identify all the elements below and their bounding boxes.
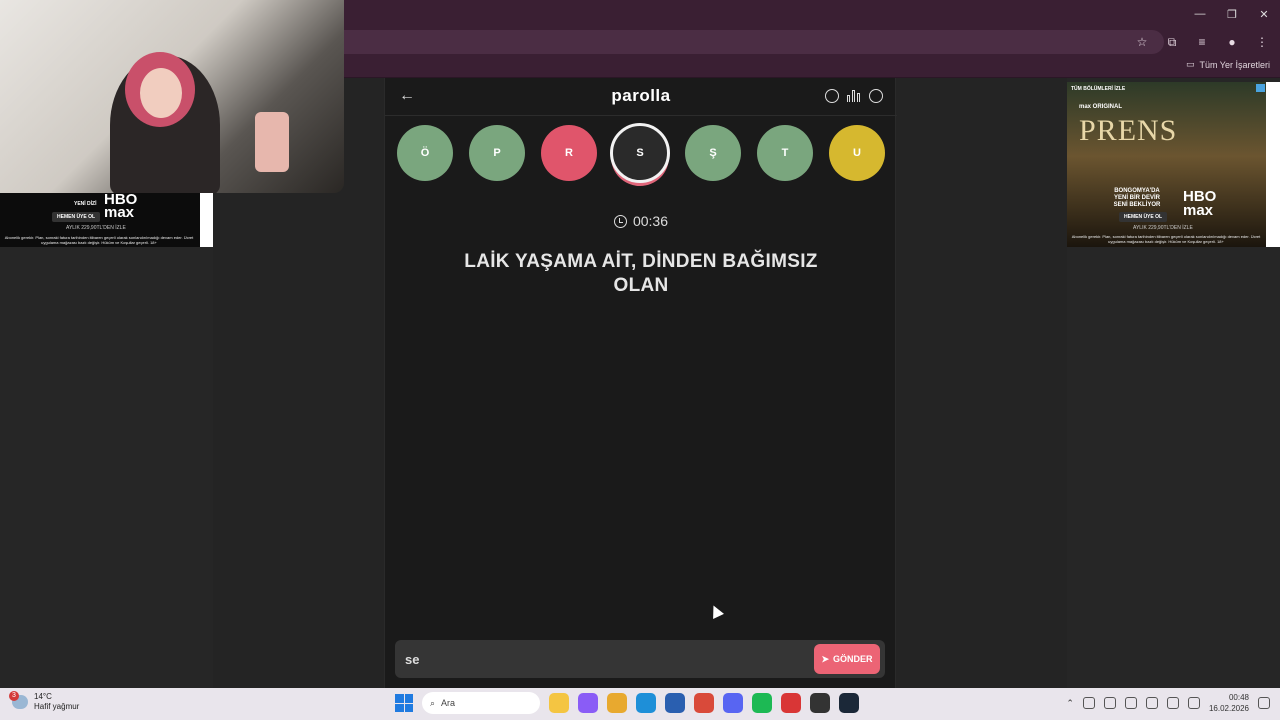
search-icon: ⌕ (430, 697, 436, 708)
letter-circle: Ö (397, 125, 453, 181)
chevron-up-icon[interactable]: ⌃ (1066, 698, 1074, 709)
ad-choices-icon[interactable] (1256, 84, 1265, 92)
game-logo: parolla (611, 86, 671, 105)
send-button[interactable]: ➤ GÖNDER (814, 644, 880, 674)
question-text: LAİK YAŞAMA AİT, DİNDEN BAĞIMSIZ OLAN (464, 251, 818, 296)
rain-cloud-icon: 3 (9, 691, 28, 709)
ad-legal: Abonelik gerekir. Plan, sonraki fatura t… (1071, 234, 1261, 244)
game-panel: ← parolla Ö P R S Ş T U 00:36 LAİK YAŞAM… (384, 78, 897, 688)
streamer-face (140, 68, 182, 118)
timer: 00:36 (385, 213, 897, 229)
system-clock[interactable]: 00:48 16.02.2026 (1209, 692, 1249, 714)
webcam-overlay (0, 0, 344, 193)
menu-icon[interactable]: ⋮ (1252, 32, 1272, 52)
answer-bar: ➤ GÖNDER (395, 640, 885, 678)
discord-icon[interactable] (723, 693, 743, 713)
ad-edge (1266, 82, 1280, 247)
ad-cta-button[interactable]: HEMEN ÜYE OL (1119, 212, 1168, 222)
chrome-icon[interactable] (694, 693, 714, 713)
steam-icon[interactable] (839, 693, 859, 713)
game-header: ← parolla (385, 78, 897, 116)
network-icon[interactable] (1145, 697, 1158, 709)
ad-brand-bottom: max (1183, 202, 1214, 219)
all-bookmarks-label: Tüm Yer İşaretleri (1199, 59, 1270, 70)
close-icon[interactable]: ✕ (1248, 0, 1280, 28)
ad-legal: Abonelik gerekir. Plan, sonraki fatura t… (4, 235, 194, 245)
letter-circle: Ş (685, 125, 741, 181)
timer-value: 00:36 (632, 213, 669, 229)
ad-promo: BONGOMYA'DA YENİ BİR DEVİR SENİ BEKLİYOR (1113, 188, 1161, 208)
battery-icon[interactable] (1166, 697, 1179, 709)
user-icon[interactable] (869, 89, 883, 103)
url-field[interactable] (344, 30, 1164, 54)
folder-icon[interactable] (607, 693, 627, 713)
search-placeholder: Ara (441, 698, 456, 708)
maximize-icon[interactable]: ❐ (1216, 0, 1248, 28)
minimize-icon[interactable]: — (1184, 0, 1216, 28)
stats-icon[interactable] (847, 89, 861, 103)
sync-icon[interactable] (1082, 697, 1095, 709)
cloud-icon[interactable] (1103, 697, 1116, 709)
file-explorer-icon[interactable] (549, 693, 569, 713)
ad-title: PRENS (1079, 114, 1178, 147)
info-icon[interactable] (825, 89, 839, 103)
notifications-icon[interactable] (1258, 697, 1270, 709)
letter-circle: T (757, 125, 813, 181)
windows-start-icon[interactable] (395, 694, 413, 712)
app-dark-icon[interactable] (810, 693, 830, 713)
system-tray: ⌃ 00:48 16.02.2026 (1066, 692, 1270, 714)
clock-icon (613, 214, 627, 228)
answer-input[interactable] (405, 648, 785, 670)
ad-series: YENİ DİZİ (74, 201, 97, 207)
letter-circle: R (541, 125, 597, 181)
profile-icon[interactable]: ● (1222, 32, 1242, 52)
ad-brand-bottom: max (104, 204, 135, 221)
ad-edge (200, 193, 213, 247)
temperature: 14°C (34, 692, 52, 701)
all-bookmarks[interactable]: ▭ Tüm Yer İşaretleri (1186, 59, 1270, 70)
spotify-icon[interactable] (752, 693, 772, 713)
folder-icon: ▭ (1185, 59, 1195, 69)
letter-wheel: Ö P R S Ş T U (397, 123, 887, 185)
store-icon[interactable] (665, 693, 685, 713)
window-controls: — ❐ ✕ (1184, 0, 1280, 28)
bookmark-star-icon[interactable]: ☆ (1132, 32, 1152, 52)
ad-banner-left[interactable]: YENİ DİZİ HBO max HEMEN ÜYE OL AYLIK 229… (0, 192, 213, 247)
app-red-icon[interactable] (781, 693, 801, 713)
ad-price: AYLIK 229,90TL'DEN İZLE (66, 225, 126, 231)
send-icon: ➤ (821, 653, 830, 664)
letter-circle: P (469, 125, 525, 181)
send-label: GÖNDER (833, 654, 873, 664)
letter-circle-active: S (610, 123, 670, 183)
ad-price: AYLIK 229,90TL'DEN İZLE (1133, 225, 1193, 231)
mic-icon[interactable] (1124, 697, 1137, 709)
tumbler-cup (255, 112, 289, 172)
letter-circle: U (829, 125, 885, 181)
volume-icon[interactable] (1187, 697, 1200, 709)
notification-badge: 3 (9, 691, 19, 701)
ad-banner-right[interactable]: TÜM BÖLÜMLERİ İZLE max ORIGINAL PRENS BO… (1067, 82, 1267, 247)
ad-top-text: TÜM BÖLÜMLERİ İZLE (1071, 86, 1126, 92)
ad-cta-button[interactable]: HEMEN ÜYE OL (52, 212, 101, 222)
copilot-icon[interactable] (578, 693, 598, 713)
weather-widget[interactable]: 3 14°C Hafif yağmur (9, 691, 80, 712)
extensions-icon[interactable]: ⧉ (1162, 32, 1182, 52)
taskbar: 3 14°C Hafif yağmur ⌕ Ara ⌃ 00:48 16.02.… (0, 688, 1280, 720)
weather-condition: Hafif yağmur (34, 702, 80, 711)
ad-subtitle: max ORIGINAL (1079, 104, 1123, 110)
taskbar-search[interactable]: ⌕ Ara (422, 692, 540, 714)
media-icon[interactable]: ≡ (1192, 32, 1212, 52)
edge-icon[interactable] (636, 693, 656, 713)
